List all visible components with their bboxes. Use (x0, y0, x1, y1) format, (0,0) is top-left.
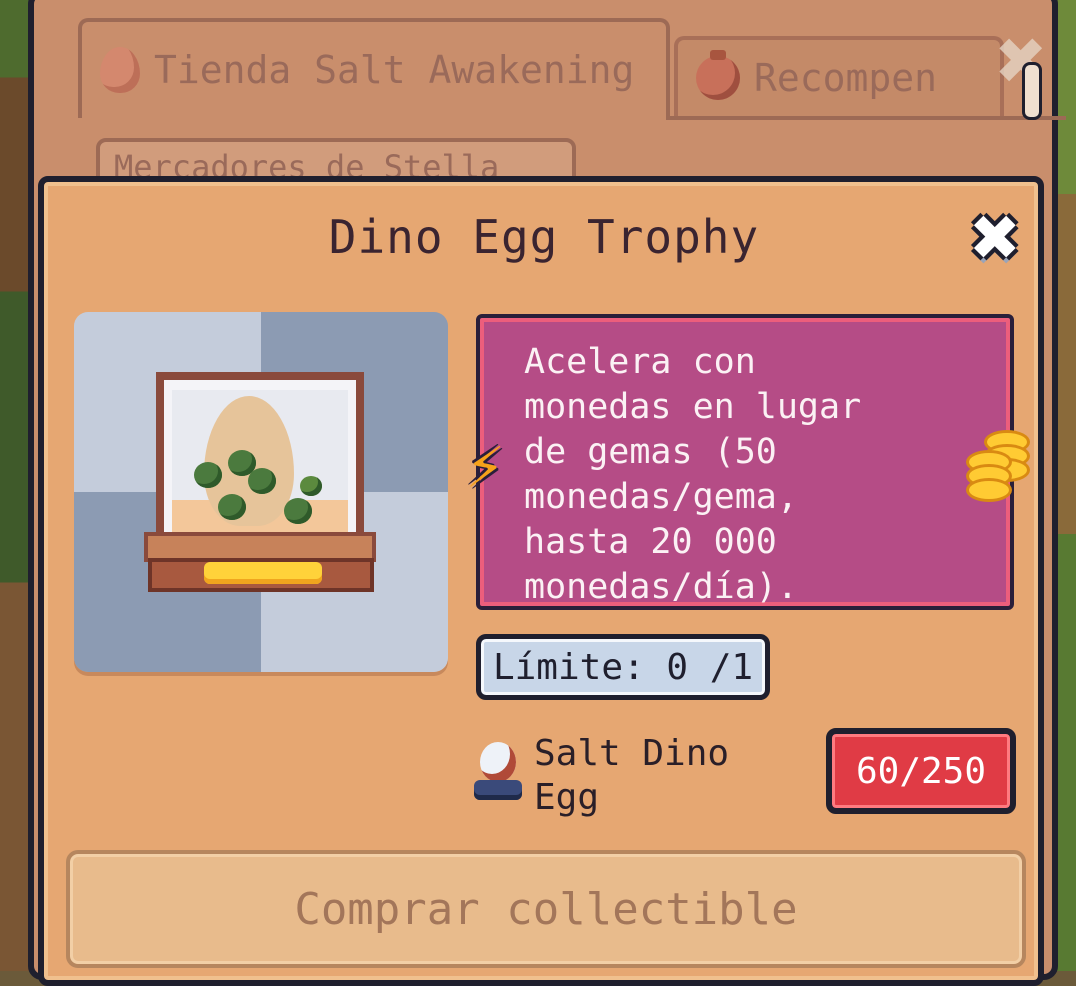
requirement-count-badge: 60/250 (826, 728, 1016, 814)
close-icon: ✖ (971, 190, 1021, 285)
description-box: ⚡ Acelera con monedas en lugar de gemas … (466, 314, 1030, 610)
dino-egg-trophy-icon (144, 372, 378, 602)
requirement-count: 60/250 (855, 750, 987, 792)
tab-rewards[interactable]: Recompen (674, 36, 1004, 116)
lightning-icon: ⚡ (466, 429, 505, 503)
requirement-name: Salt Dino Egg (534, 733, 730, 818)
item-image (74, 312, 448, 672)
reward-bag-icon (696, 50, 740, 100)
coins-icon (966, 426, 1030, 506)
tab-divider (666, 116, 1066, 120)
buy-collectible-button[interactable]: Comprar collectible (66, 850, 1026, 968)
item-detail-modal: Dino Egg Trophy ✖ ⚡ Acelera con monedas … (38, 176, 1044, 986)
salt-dino-egg-icon (474, 742, 522, 804)
tab-salt-awakening-shop[interactable]: Tienda Salt Awakening (78, 18, 670, 118)
buy-button-label: Comprar collectible (294, 883, 798, 935)
item-description: Acelera con monedas en lugar de gemas (5… (524, 342, 862, 607)
limit-text: Límite: 0 /1 (492, 646, 754, 688)
purchase-limit-badge: Límite: 0 /1 (476, 634, 770, 700)
egg-icon (100, 47, 140, 93)
tab-label: Recompen (754, 56, 938, 100)
tab-label: Tienda Salt Awakening (154, 48, 635, 92)
side-knob (1022, 62, 1042, 120)
modal-title: Dino Egg Trophy (328, 210, 760, 264)
modal-close-button[interactable]: ✖ (958, 190, 1034, 285)
